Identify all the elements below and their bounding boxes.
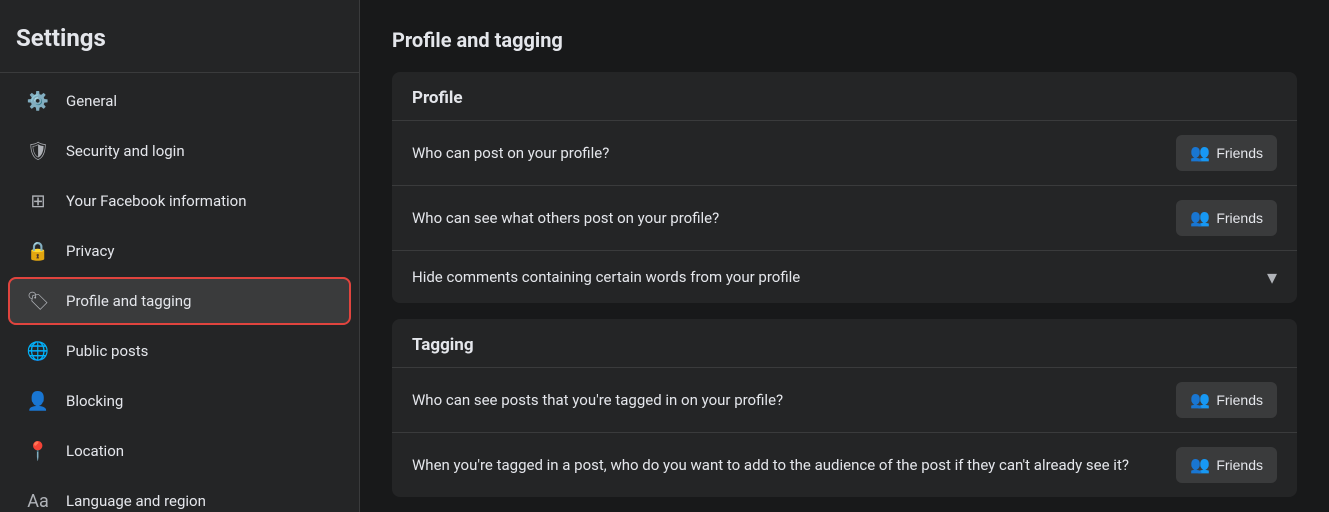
friends-icon-who-can-post: 👥: [1190, 143, 1210, 163]
blocking-icon: 👤: [24, 387, 52, 415]
security-login-icon: 🛡: [24, 137, 52, 165]
profile-tagging-icon: 🏷: [24, 287, 52, 315]
sidebar-item-label-general: General: [66, 92, 117, 110]
profile-card: Profile Who can post on your profile? 👥 Fr…: [392, 72, 1297, 303]
tagging-section-title: Tagging: [392, 319, 1297, 367]
friends-button-who-can-post[interactable]: 👥 Friends: [1176, 135, 1277, 171]
card-row-action-tagged-audience: 👥 Friends: [1176, 447, 1277, 483]
sidebar-item-privacy[interactable]: 🔒 Privacy: [8, 227, 351, 275]
card-row-action-who-can-post: 👥 Friends: [1176, 135, 1277, 171]
card-row-action-who-can-see-others: 👥 Friends: [1176, 200, 1277, 236]
card-row-label-who-can-see-tagged: Who can see posts that you're tagged in …: [412, 391, 1176, 409]
friends-label-who-can-see-others: Friends: [1216, 210, 1263, 226]
sidebar-divider: [0, 72, 359, 73]
card-row-label-tagged-audience: When you're tagged in a post, who do you…: [412, 456, 1176, 474]
sidebar-item-label-profile-tagging: Profile and tagging: [66, 292, 191, 310]
page-title: Profile and tagging: [392, 28, 1297, 52]
public-posts-icon: 🌐: [24, 337, 52, 365]
location-icon: 📍: [24, 437, 52, 465]
sidebar-item-label-facebook-info: Your Facebook information: [66, 192, 247, 210]
privacy-icon: 🔒: [24, 237, 52, 265]
sidebar-item-public-posts[interactable]: 🌐 Public posts: [8, 327, 351, 375]
friends-label-tagged-audience: Friends: [1216, 457, 1263, 473]
sidebar-item-label-public-posts: Public posts: [66, 342, 148, 360]
sidebar-item-label-privacy: Privacy: [66, 242, 114, 260]
tagging-rows: Who can see posts that you're tagged in …: [392, 367, 1297, 497]
sidebar-item-security-login[interactable]: 🛡 Security and login: [8, 127, 351, 175]
card-row-who-can-post[interactable]: Who can post on your profile? 👥 Friends: [392, 120, 1297, 185]
general-icon: ⚙️: [24, 87, 52, 115]
profile-section-title: Profile: [392, 72, 1297, 120]
card-row-label-who-can-see-others: Who can see what others post on your pro…: [412, 209, 1176, 227]
main-content: Profile and tagging Profile Who can post…: [360, 0, 1329, 512]
card-row-label-who-can-post: Who can post on your profile?: [412, 144, 1176, 162]
friends-icon-tagged-audience: 👥: [1190, 455, 1210, 475]
sidebar-item-location[interactable]: 📍 Location: [8, 427, 351, 475]
sidebar-item-blocking[interactable]: 👤 Blocking: [8, 377, 351, 425]
language-region-icon: Aa: [24, 487, 52, 512]
friends-button-who-can-see-others[interactable]: 👥 Friends: [1176, 200, 1277, 236]
sidebar-title: Settings: [0, 16, 359, 68]
sidebar-item-general[interactable]: ⚙️ General: [8, 77, 351, 125]
sidebar: Settings ⚙️ General 🛡 Security and login ⊞ Yo…: [0, 0, 360, 512]
sidebar-item-label-blocking: Blocking: [66, 392, 123, 410]
chevron-down-icon-hide-comments: ▾: [1267, 265, 1277, 289]
card-row-tagged-audience[interactable]: When you're tagged in a post, who do you…: [392, 432, 1297, 497]
facebook-info-icon: ⊞: [24, 187, 52, 215]
friends-button-who-can-see-tagged[interactable]: 👥 Friends: [1176, 382, 1277, 418]
card-row-who-can-see-others[interactable]: Who can see what others post on your pro…: [392, 185, 1297, 250]
sidebar-item-label-language-region: Language and region: [66, 492, 206, 510]
sidebar-item-label-location: Location: [66, 442, 124, 460]
friends-label-who-can-see-tagged: Friends: [1216, 392, 1263, 408]
sidebar-item-profile-tagging[interactable]: 🏷 Profile and tagging: [8, 277, 351, 325]
card-row-who-can-see-tagged[interactable]: Who can see posts that you're tagged in …: [392, 367, 1297, 432]
friends-label-who-can-post: Friends: [1216, 145, 1263, 161]
sidebar-items-container: ⚙️ General 🛡 Security and login ⊞ Your Facebo…: [0, 77, 359, 512]
card-row-action-who-can-see-tagged: 👥 Friends: [1176, 382, 1277, 418]
sidebar-item-facebook-info[interactable]: ⊞ Your Facebook information: [8, 177, 351, 225]
card-row-hide-comments[interactable]: Hide comments containing certain words f…: [392, 250, 1297, 303]
friends-button-tagged-audience[interactable]: 👥 Friends: [1176, 447, 1277, 483]
card-row-label-hide-comments: Hide comments containing certain words f…: [412, 268, 1267, 286]
profile-rows: Who can post on your profile?👥FriendsWho…: [392, 120, 1297, 303]
friends-icon-who-can-see-others: 👥: [1190, 208, 1210, 228]
tagging-card: Tagging Who can see posts that you're ta…: [392, 319, 1297, 497]
card-row-action-hide-comments: ▾: [1267, 265, 1277, 289]
sidebar-item-label-security-login: Security and login: [66, 142, 185, 160]
friends-icon-who-can-see-tagged: 👥: [1190, 390, 1210, 410]
sidebar-item-language-region[interactable]: Aa Language and region: [8, 477, 351, 512]
